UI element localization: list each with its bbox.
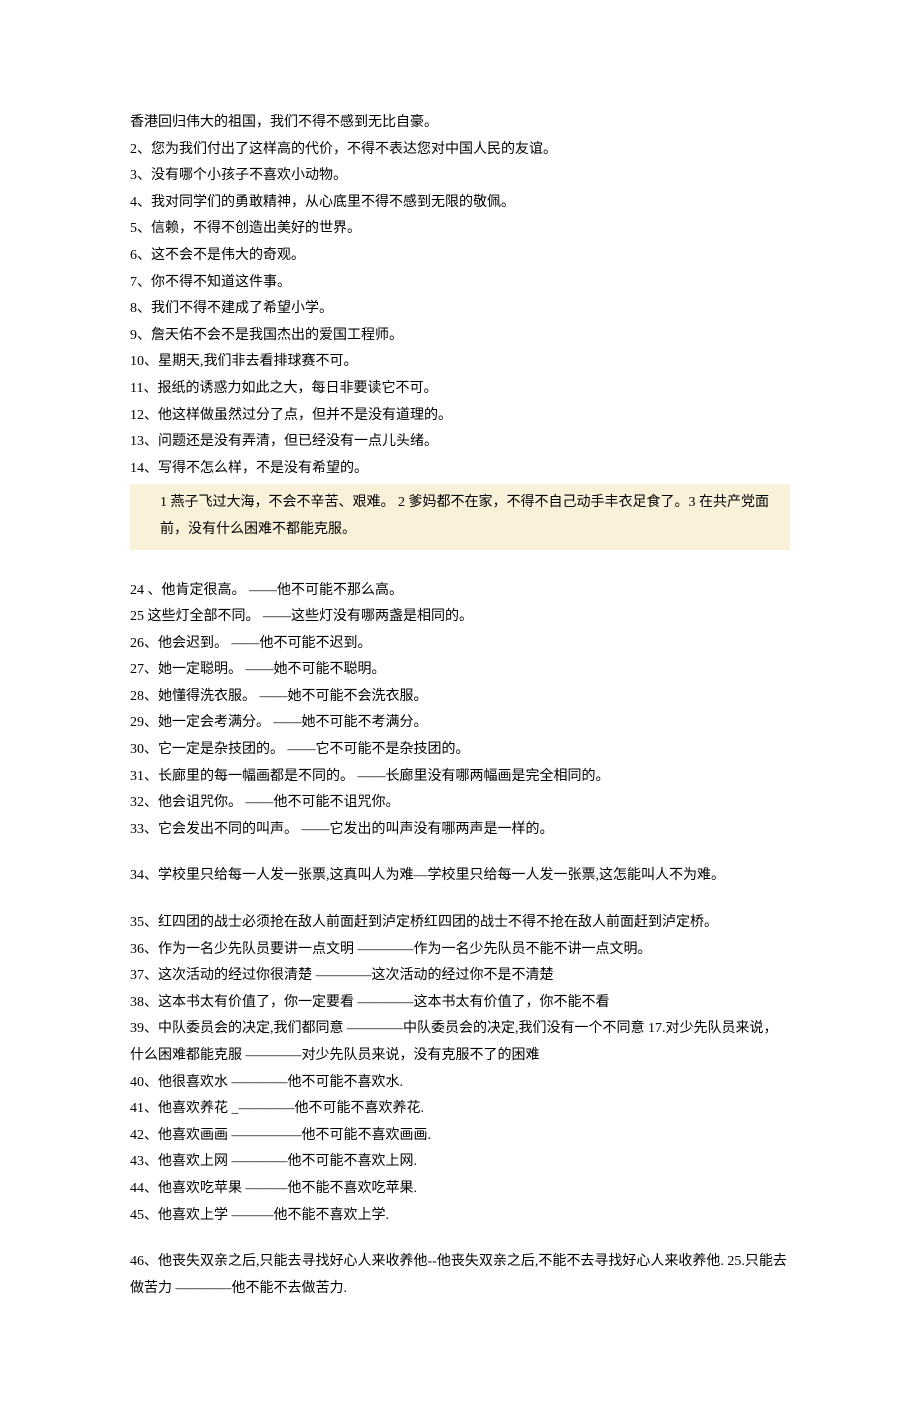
text-line: 11、报纸的诱惑力如此之大，每日非要读它不可。 xyxy=(130,376,790,403)
text-line: 38、这本书太有价值了，你一定要看 ————这本书太有价值了，你不能不看 xyxy=(130,990,790,1017)
text-line: 46、他丧失双亲之后,只能去寻找好心人来收养他--他丧失双亲之后,不能不去寻找好… xyxy=(130,1249,790,1302)
text-line: 45、他喜欢上学 ———他不能不喜欢上学. xyxy=(130,1203,790,1230)
text-line: 39、中队委员会的决定,我们都同意 ————中队委员会的决定,我们没有一个不同意… xyxy=(130,1016,790,1069)
text-line: 8、我们不得不建成了希望小学。 xyxy=(130,296,790,323)
text-line: 44、他喜欢吃苹果 ———他不能不喜欢吃苹果. xyxy=(130,1176,790,1203)
paragraph-block-4: 35、红四团的战士必须抢在敌人前面赶到泸定桥红四团的战士不得不抢在敌人前面赶到泸… xyxy=(130,910,790,1229)
text-line: 3、没有哪个小孩子不喜欢小动物。 xyxy=(130,163,790,190)
text-line: 30、它一定是杂技团的。 ——它不可能不是杂技团的。 xyxy=(130,737,790,764)
text-line: 7、你不得不知道这件事。 xyxy=(130,270,790,297)
paragraph-block-3: 34、学校里只给每一人发一张票,这真叫人为难—学校里只给每一人发一张票,这怎能叫… xyxy=(130,863,790,890)
text-line: 29、她一定会考满分。 ——她不可能不考满分。 xyxy=(130,710,790,737)
text-line: 42、他喜欢画画 —————他不可能不喜欢画画. xyxy=(130,1123,790,1150)
spacer xyxy=(130,843,790,863)
text-line: 37、这次活动的经过你很清楚 ————这次活动的经过你不是不清楚 xyxy=(130,963,790,990)
text-line: 36、作为一名少先队员要讲一点文明 ————作为一名少先队员不能不讲一点文明。 xyxy=(130,937,790,964)
highlight-box: 1 燕子飞过大海，不会不辛苦、艰难。 2 爹妈都不在家，不得不自己动手丰衣足食了… xyxy=(130,484,790,549)
text-line: 27、她一定聪明。 ——她不可能不聪明。 xyxy=(130,657,790,684)
text-line: 28、她懂得洗衣服。 ——她不可能不会洗衣服。 xyxy=(130,684,790,711)
text-line: 9、詹天佑不会不是我国杰出的爱国工程师。 xyxy=(130,323,790,350)
text-line: 5、信赖，不得不创造出美好的世界。 xyxy=(130,216,790,243)
text-line: 26、他会迟到。 ——他不可能不迟到。 xyxy=(130,631,790,658)
text-line: 35、红四团的战士必须抢在敌人前面赶到泸定桥红四团的战士不得不抢在敌人前面赶到泸… xyxy=(130,910,790,937)
spacer xyxy=(130,890,790,910)
text-line: 13、问题还是没有弄清，但已经没有一点儿头绪。 xyxy=(130,429,790,456)
text-line: 31、长廊里的每一幅画都是不同的。 ——长廊里没有哪两幅画是完全相同的。 xyxy=(130,764,790,791)
text-line: 香港回归伟大的祖国，我们不得不感到无比自豪。 xyxy=(130,110,790,137)
text-line: 34、学校里只给每一人发一张票,这真叫人为难—学校里只给每一人发一张票,这怎能叫… xyxy=(130,863,790,890)
text-line: 12、他这样做虽然过分了点，但并不是没有道理的。 xyxy=(130,403,790,430)
highlight-text: 1 燕子飞过大海，不会不辛苦、艰难。 2 爹妈都不在家，不得不自己动手丰衣足食了… xyxy=(160,495,769,537)
text-line: 33、它会发出不同的叫声。 ——它发出的叫声没有哪两声是一样的。 xyxy=(130,817,790,844)
spacer xyxy=(130,1229,790,1249)
spacer xyxy=(130,558,790,578)
text-line: 10、星期天,我们非去看排球赛不可。 xyxy=(130,349,790,376)
document-page: 香港回归伟大的祖国，我们不得不感到无比自豪。 2、您为我们付出了这样高的代价，不… xyxy=(0,0,920,1402)
text-line: 25 这些灯全部不同。 ——这些灯没有哪两盏是相同的。 xyxy=(130,604,790,631)
text-line: 4、我对同学们的勇敢精神，从心底里不得不感到无限的敬佩。 xyxy=(130,190,790,217)
paragraph-block-2: 24 、他肯定很高。 ——他不可能不那么高。 25 这些灯全部不同。 ——这些灯… xyxy=(130,578,790,844)
text-line: 32、他会诅咒你。 ——他不可能不诅咒你。 xyxy=(130,790,790,817)
paragraph-block-5: 46、他丧失双亲之后,只能去寻找好心人来收养他--他丧失双亲之后,不能不去寻找好… xyxy=(130,1249,790,1302)
text-line: 41、他喜欢养花 _————他不可能不喜欢养花. xyxy=(130,1096,790,1123)
text-line: 24 、他肯定很高。 ——他不可能不那么高。 xyxy=(130,578,790,605)
text-line: 6、这不会不是伟大的奇观。 xyxy=(130,243,790,270)
text-line: 40、他很喜欢水 ————他不可能不喜欢水. xyxy=(130,1070,790,1097)
text-line: 43、他喜欢上网 ————他不可能不喜欢上网. xyxy=(130,1149,790,1176)
paragraph-block-1: 香港回归伟大的祖国，我们不得不感到无比自豪。 2、您为我们付出了这样高的代价，不… xyxy=(130,110,790,482)
text-line: 14、写得不怎么样，不是没有希望的。 xyxy=(130,456,790,483)
text-line: 2、您为我们付出了这样高的代价，不得不表达您对中国人民的友谊。 xyxy=(130,137,790,164)
